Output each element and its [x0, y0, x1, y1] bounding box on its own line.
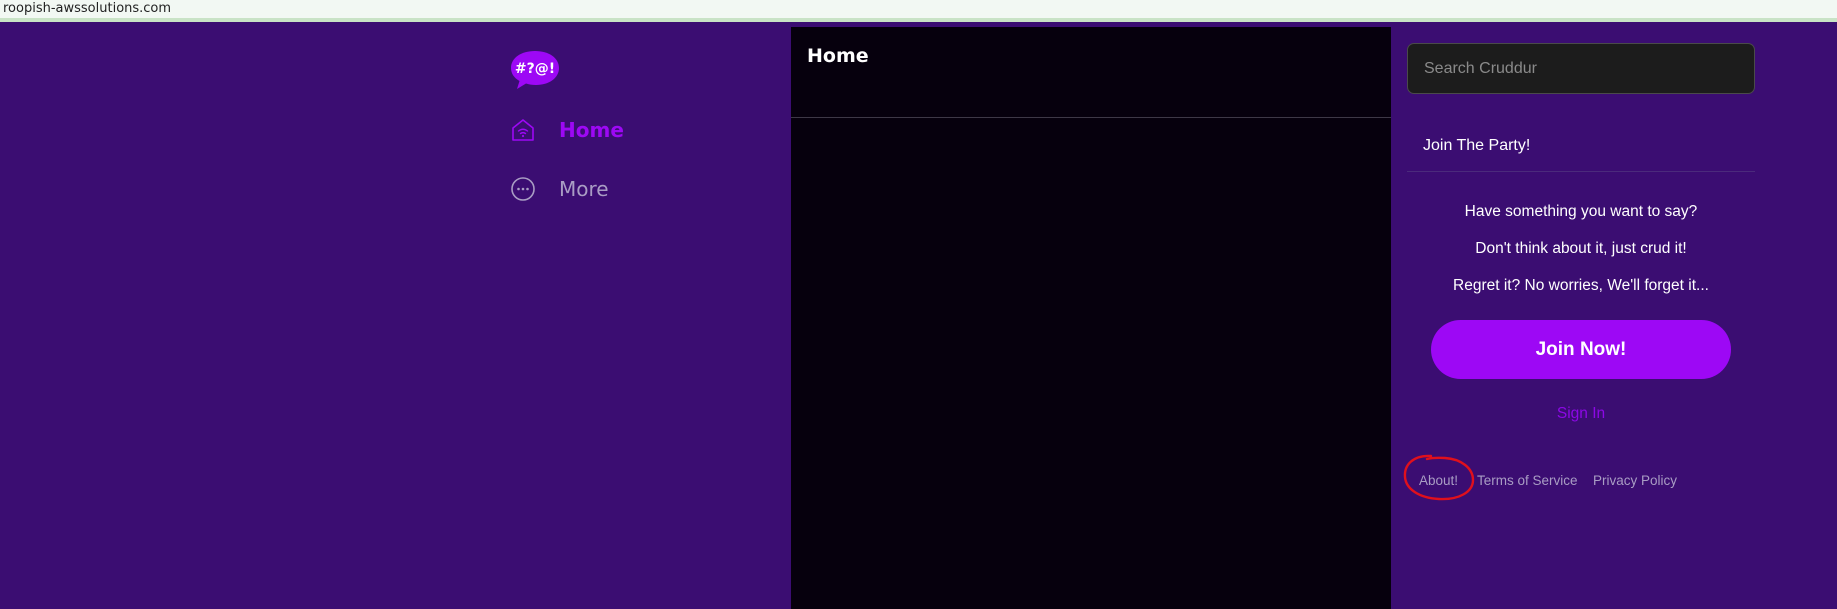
nav-more-label: More: [559, 177, 609, 201]
pitch-line: Don't think about it, just crud it!: [1475, 240, 1687, 257]
cruddur-logo[interactable]: #?@!: [509, 47, 561, 91]
main-feed: Home: [791, 27, 1391, 609]
pitch-line: Have something you want to say?: [1464, 203, 1698, 220]
sign-in-link[interactable]: Sign In: [1407, 405, 1755, 423]
join-divider: [1407, 171, 1755, 172]
privacy-link[interactable]: Privacy Policy: [1593, 473, 1677, 488]
logo-bubble-icon: #?@!: [511, 51, 559, 89]
join-section-title: Join The Party!: [1423, 137, 1531, 154]
pitch-line: Regret it? No worries, We'll forget it..…: [1453, 277, 1709, 294]
home-icon: [509, 116, 537, 144]
nav-item-more[interactable]: More: [509, 172, 609, 206]
logo-text: #?@!: [515, 61, 555, 77]
url-text[interactable]: roopish-awssolutions.com: [3, 1, 171, 16]
page-title: Home: [807, 45, 869, 67]
nav-home-label: Home: [559, 118, 624, 142]
app-root: #?@! Home More Home Search Cruddur Join …: [0, 27, 1837, 609]
more-dots-icon: [509, 175, 537, 203]
search-input[interactable]: [1407, 43, 1755, 94]
browser-address-bar[interactable]: roopish-awssolutions.com: [0, 0, 1837, 22]
terms-link[interactable]: Terms of Service: [1477, 473, 1578, 488]
nav-item-home[interactable]: Home: [509, 113, 624, 147]
feed-header: Home: [791, 27, 1391, 118]
about-link[interactable]: About!: [1419, 473, 1458, 488]
join-now-button[interactable]: Join Now!: [1431, 320, 1731, 379]
